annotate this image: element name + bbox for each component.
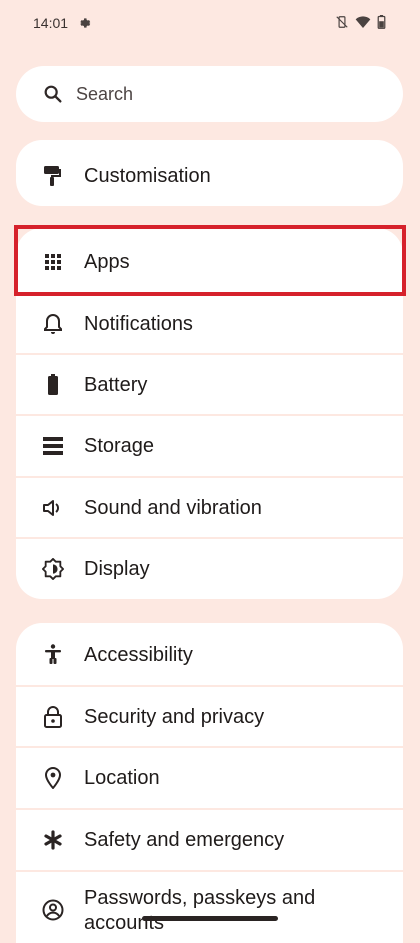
settings-item-label: Battery	[84, 373, 148, 396]
battery-icon	[377, 15, 386, 29]
status-icons	[335, 15, 386, 29]
settings-item-label: Security and privacy	[84, 705, 265, 728]
lock-icon	[42, 706, 64, 728]
speaker-icon	[42, 497, 64, 519]
settings-item-location[interactable]: Location	[16, 748, 403, 808]
brightness-icon	[42, 558, 64, 580]
settings-item-storage[interactable]: Storage	[16, 416, 403, 476]
settings-item-battery[interactable]: Battery	[16, 355, 403, 415]
settings-item-security[interactable]: Security and privacy	[16, 687, 403, 747]
settings-item-label: Safety and emergency	[84, 828, 285, 851]
settings-item-label: Customisation	[84, 164, 211, 187]
settings-item-display[interactable]: Display	[16, 539, 403, 599]
status-time: 14:01	[33, 15, 69, 31]
gear-icon	[80, 18, 91, 28]
search-bar[interactable]: Search	[16, 66, 403, 122]
settings-item-label: Passwords, passkeys and accounts	[84, 886, 315, 936]
settings-item-label: Display	[84, 557, 150, 580]
settings-item-label: Location	[84, 766, 160, 789]
settings-item-passwords[interactable]: Passwords, passkeys and accounts	[16, 872, 403, 934]
settings-item-label: Notifications	[84, 312, 193, 335]
bell-icon	[42, 313, 64, 335]
storage-icon	[42, 435, 64, 457]
settings-item-customisation[interactable]: Customisation	[16, 146, 403, 206]
settings-item-label: Accessibility	[84, 643, 193, 666]
apps-highlight-frame	[14, 225, 406, 296]
gesture-nav-bar[interactable]	[142, 916, 278, 921]
label-line-1: Passwords, passkeys and	[84, 887, 316, 909]
vibrate-off-icon	[336, 16, 348, 28]
settings-item-safety[interactable]: Safety and emergency	[16, 810, 403, 870]
paint-roller-icon	[42, 165, 64, 187]
asterisk-icon	[42, 829, 64, 851]
accessibility-icon	[42, 644, 64, 666]
battery-icon	[42, 374, 64, 396]
settings-item-accessibility[interactable]: Accessibility	[16, 625, 403, 685]
account-circle-icon	[42, 899, 64, 921]
location-pin-icon	[42, 767, 64, 789]
settings-item-label: Sound and vibration	[84, 496, 262, 519]
settings-item-notifications[interactable]: Notifications	[16, 294, 403, 354]
search-placeholder: Search	[76, 83, 134, 104]
wifi-icon	[355, 16, 371, 28]
settings-item-sound[interactable]: Sound and vibration	[16, 478, 403, 538]
search-icon	[44, 85, 62, 103]
settings-item-label: Storage	[84, 434, 155, 457]
status-bar: 14:01	[0, 0, 420, 48]
